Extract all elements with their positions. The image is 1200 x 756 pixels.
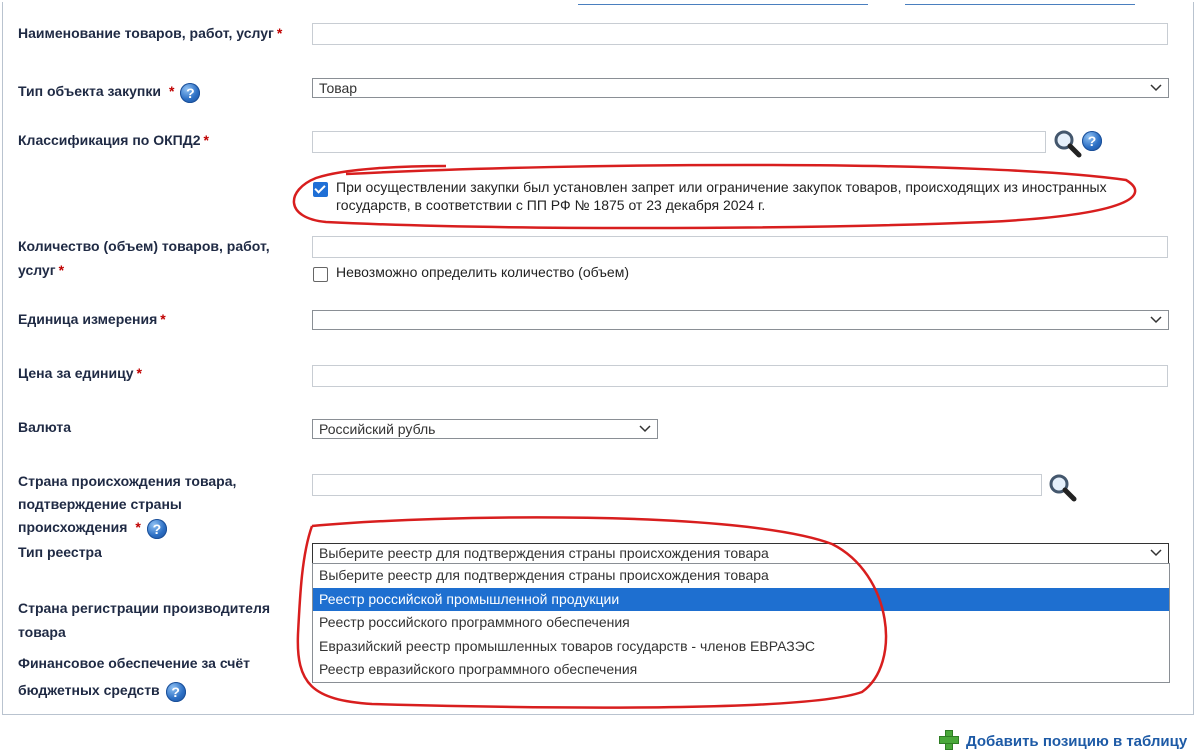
registry-type-label-text: Тип реестра bbox=[18, 544, 102, 560]
registry-option[interactable]: Выберите реестр для подтверждения страны… bbox=[313, 564, 1169, 588]
currency-label: Валюта bbox=[18, 415, 71, 439]
okpd2-label: Классификация по ОКПД2 * bbox=[18, 128, 209, 152]
search-icon[interactable] bbox=[1047, 472, 1079, 502]
unit-label: Единица измерения * bbox=[18, 307, 166, 331]
restriction-checkbox[interactable] bbox=[313, 182, 328, 197]
okpd2-label-text: Классификация по ОКПД2 bbox=[18, 132, 201, 148]
registry-option[interactable]: Реестр евразийского программного обеспеч… bbox=[313, 658, 1169, 682]
quantity-label-line2: услуг bbox=[18, 262, 56, 278]
add-position-label: Добавить позицию в таблицу bbox=[966, 733, 1188, 750]
registry-type-label: Тип реестра bbox=[18, 540, 102, 564]
required-mark: * bbox=[58, 262, 65, 278]
currency-label-text: Валюта bbox=[18, 419, 72, 435]
okpd2-input[interactable] bbox=[312, 131, 1046, 153]
restriction-text-line1: При осуществлении закупки был установлен… bbox=[336, 179, 1107, 195]
required-mark: * bbox=[160, 311, 166, 327]
price-label: Цена за единицу * bbox=[18, 361, 142, 385]
registry-type-select[interactable]: Выберите реестр для подтверждения страны… bbox=[312, 543, 1169, 564]
registry-option-highlighted[interactable]: Реестр российской промышленной продукции bbox=[313, 587, 1169, 611]
registry-type-selected: Выберите реестр для подтверждения страны… bbox=[319, 545, 769, 561]
quantity-input[interactable] bbox=[312, 236, 1168, 258]
currency-select[interactable]: Российский рубль bbox=[312, 419, 658, 439]
origin-country-input[interactable] bbox=[312, 474, 1042, 496]
origin-label-line2: подтверждение страны bbox=[18, 496, 182, 512]
required-mark: * bbox=[203, 132, 209, 148]
name-input[interactable] bbox=[312, 23, 1168, 45]
price-label-text: Цена за единицу bbox=[18, 365, 134, 381]
required-mark: * bbox=[168, 83, 175, 99]
restriction-text: При осуществлении закупки был установлен… bbox=[336, 178, 1107, 214]
manufacturer-label-line1: Страна регистрации производителя bbox=[18, 600, 271, 616]
unit-label-text: Единица измерения bbox=[18, 311, 158, 327]
help-icon[interactable]: ? bbox=[1082, 131, 1102, 151]
search-icon[interactable] bbox=[1052, 128, 1084, 158]
registry-option[interactable]: Евразийский реестр промышленных товаров … bbox=[313, 635, 1169, 659]
price-input[interactable] bbox=[312, 365, 1168, 387]
object-type-label: Тип объекта закупки *? bbox=[18, 79, 201, 103]
add-position-button[interactable]: Добавить позицию в таблицу bbox=[938, 729, 1187, 754]
object-type-select[interactable]: Товар bbox=[312, 78, 1169, 98]
required-mark: * bbox=[135, 519, 141, 535]
quantity-label-line1: Количество (объем) товаров, работ, bbox=[18, 238, 270, 254]
manufacturer-country-label: Страна регистрации производителя товара bbox=[18, 596, 270, 644]
financing-label: Финансовое обеспечение за счёт бюджетных… bbox=[18, 650, 250, 704]
top-link-fragment[interactable] bbox=[578, 0, 868, 5]
origin-label-line3: происхождения bbox=[18, 519, 128, 535]
origin-label-line1: Страна происхождения товара, bbox=[18, 473, 237, 489]
quantity-label: Количество (объем) товаров, работ, услуг… bbox=[18, 234, 270, 282]
restriction-text-line2: государств, в соответствии с ПП РФ № 187… bbox=[336, 197, 766, 213]
help-icon[interactable]: ? bbox=[146, 519, 167, 539]
chevron-down-icon bbox=[639, 425, 651, 433]
plus-icon bbox=[938, 729, 960, 751]
quantity-undetermined-checkbox[interactable] bbox=[313, 267, 328, 282]
manufacturer-label-line2: товара bbox=[18, 624, 66, 640]
name-label-text: Наименование товаров, работ, услуг bbox=[18, 25, 274, 41]
name-label: Наименование товаров, работ, услуг * bbox=[18, 21, 282, 45]
unit-select[interactable] bbox=[312, 310, 1169, 330]
top-link-fragment-2[interactable] bbox=[905, 0, 1135, 5]
help-icon[interactable]: ? bbox=[180, 83, 201, 103]
currency-selected: Российский рубль bbox=[319, 421, 436, 437]
chevron-down-icon bbox=[1150, 316, 1162, 324]
financing-label-line2: бюджетных средств bbox=[18, 682, 160, 698]
chevron-down-icon bbox=[1150, 549, 1162, 557]
registry-option[interactable]: Реестр российского программного обеспече… bbox=[313, 611, 1169, 635]
object-type-selected: Товар bbox=[319, 80, 358, 96]
object-type-label-text: Тип объекта закупки bbox=[18, 83, 161, 99]
registry-dropdown-list: Выберите реестр для подтверждения страны… bbox=[312, 563, 1170, 683]
quantity-undetermined-text: Невозможно определить количество (объем) bbox=[336, 264, 629, 280]
chevron-down-icon bbox=[1150, 84, 1162, 92]
origin-country-label: Страна происхождения товара, подтвержден… bbox=[18, 470, 236, 539]
required-mark: * bbox=[136, 365, 142, 381]
required-mark: * bbox=[276, 25, 283, 41]
financing-label-line1: Финансовое обеспечение за счёт bbox=[18, 655, 251, 671]
help-icon[interactable]: ? bbox=[165, 682, 186, 702]
